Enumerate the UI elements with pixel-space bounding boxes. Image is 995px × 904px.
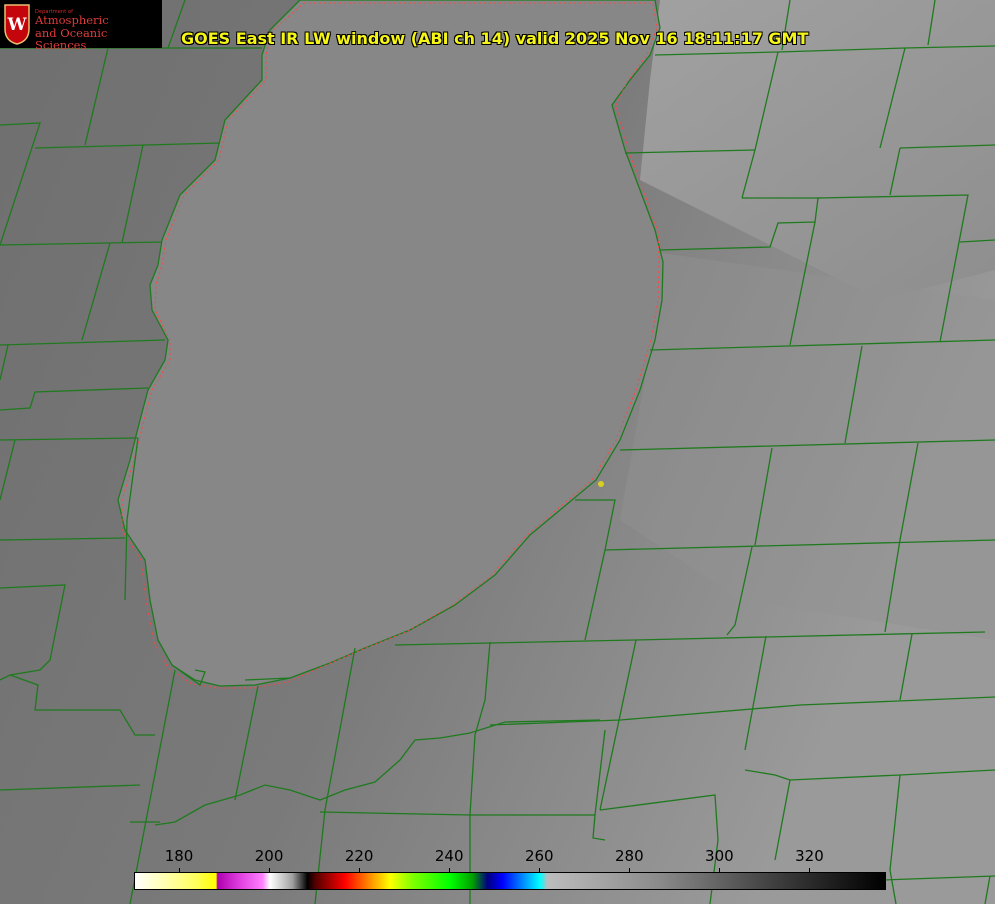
satellite-map xyxy=(0,0,995,904)
colorbar-tick-label: 320 xyxy=(795,847,824,865)
colorbar-tick-label: 220 xyxy=(344,847,374,865)
colorbar-tick-label: 240 xyxy=(434,847,464,865)
logo-line1: Atmospheric xyxy=(35,13,109,27)
colorbar-tick-mark xyxy=(809,868,811,873)
logo-line2: and Oceanic Sciences xyxy=(35,25,108,52)
logo: W Department of Atmospheric and Oceanic … xyxy=(0,0,162,51)
image-title: GOES East IR LW window (ABI ch 14) valid… xyxy=(181,29,809,48)
colorbar-tick-mark xyxy=(539,868,541,873)
university-seal-icon: W xyxy=(4,4,30,45)
logo-institution: Atmospheric and Oceanic Sciences xyxy=(35,14,162,52)
colorbar xyxy=(134,872,886,890)
colorbar-tick-label: 260 xyxy=(524,847,554,865)
location-marker xyxy=(598,481,604,487)
colorbar-tick-label: 180 xyxy=(164,847,194,865)
colorbar-tick-mark xyxy=(269,868,271,873)
colorbar-tick-mark xyxy=(449,868,451,873)
svg-text:W: W xyxy=(6,15,27,35)
colorbar-tick-mark xyxy=(719,868,721,873)
colorbar-tick-mark xyxy=(629,868,631,873)
colorbar-tick-label: 200 xyxy=(254,847,284,865)
colorbar-tick-mark xyxy=(359,868,361,873)
colorbar-tick-label: 300 xyxy=(705,847,734,865)
colorbar-tick-label: 280 xyxy=(615,847,644,865)
colorbar-tick-mark xyxy=(179,868,181,873)
